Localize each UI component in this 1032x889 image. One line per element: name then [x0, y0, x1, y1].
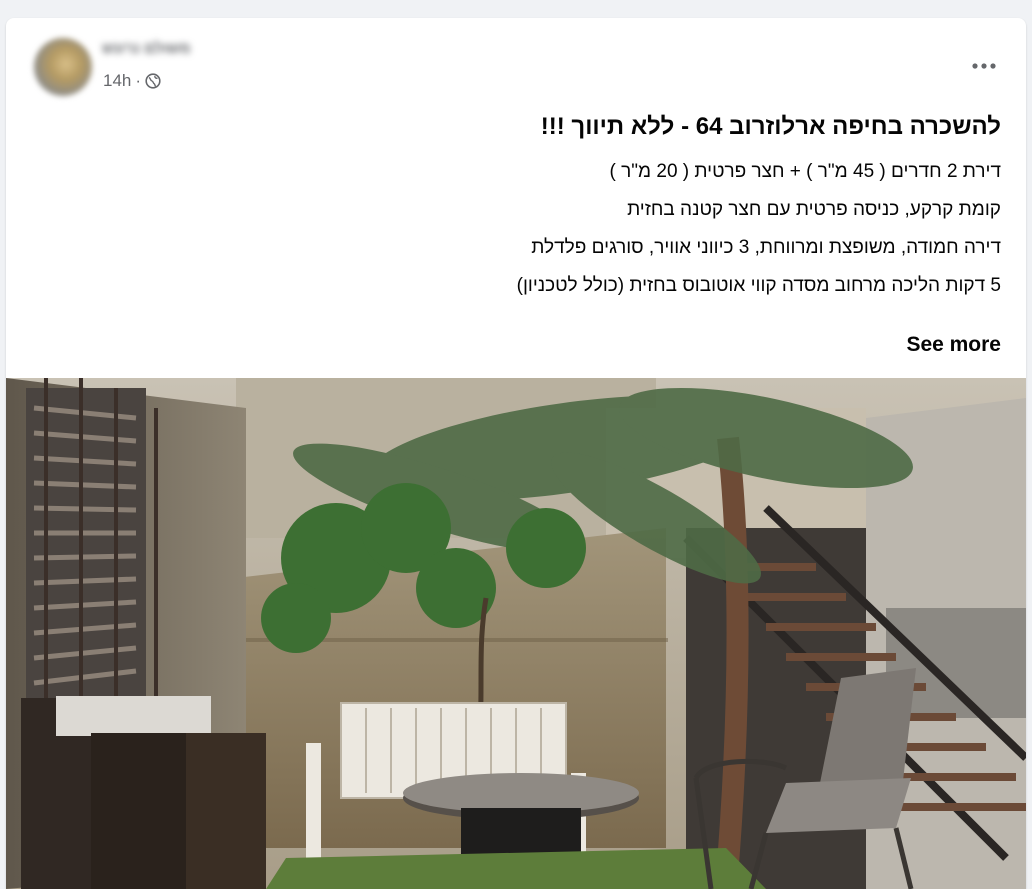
- post-photo[interactable]: [6, 378, 1026, 889]
- post-title: להשכרה בחיפה ארלוזרוב 64 - ללא תיווך !!!: [540, 113, 1001, 140]
- more-horizontal-icon: [972, 63, 996, 69]
- avatar[interactable]: [34, 38, 92, 96]
- globe-icon[interactable]: [145, 73, 161, 89]
- post-line: דירה חמודה, משופצת ומרווחת, 3 כיווני אוו…: [531, 237, 1001, 258]
- post-body: להשכרה בחיפה ארלוזרוב 64 - ללא תיווך !!!…: [241, 110, 1001, 310]
- author-name[interactable]: משולם נרונש: [102, 40, 190, 57]
- post-card: משולם נרונש 14h · להשכרה בחיפה ארלוזרוב …: [6, 18, 1026, 889]
- post-header: משולם נרונש 14h ·: [6, 18, 1026, 108]
- post-line: 5 דקות הליכה מרחוב מסדה קווי אוטובוס בחז…: [516, 275, 1001, 296]
- more-options-button[interactable]: [966, 48, 1002, 84]
- meta-separator: ·: [135, 71, 142, 90]
- post-line: דירת 2 חדרים ( 45 מ"ר ) + חצר פרטית ( 20…: [609, 161, 1001, 182]
- post-line: קומת קרקע, כניסה פרטית עם חצר קטנה בחזית: [627, 199, 1001, 220]
- timestamp[interactable]: 14h: [103, 71, 131, 91]
- see-more-link[interactable]: See more: [906, 333, 1001, 357]
- post-meta: 14h ·: [103, 71, 161, 91]
